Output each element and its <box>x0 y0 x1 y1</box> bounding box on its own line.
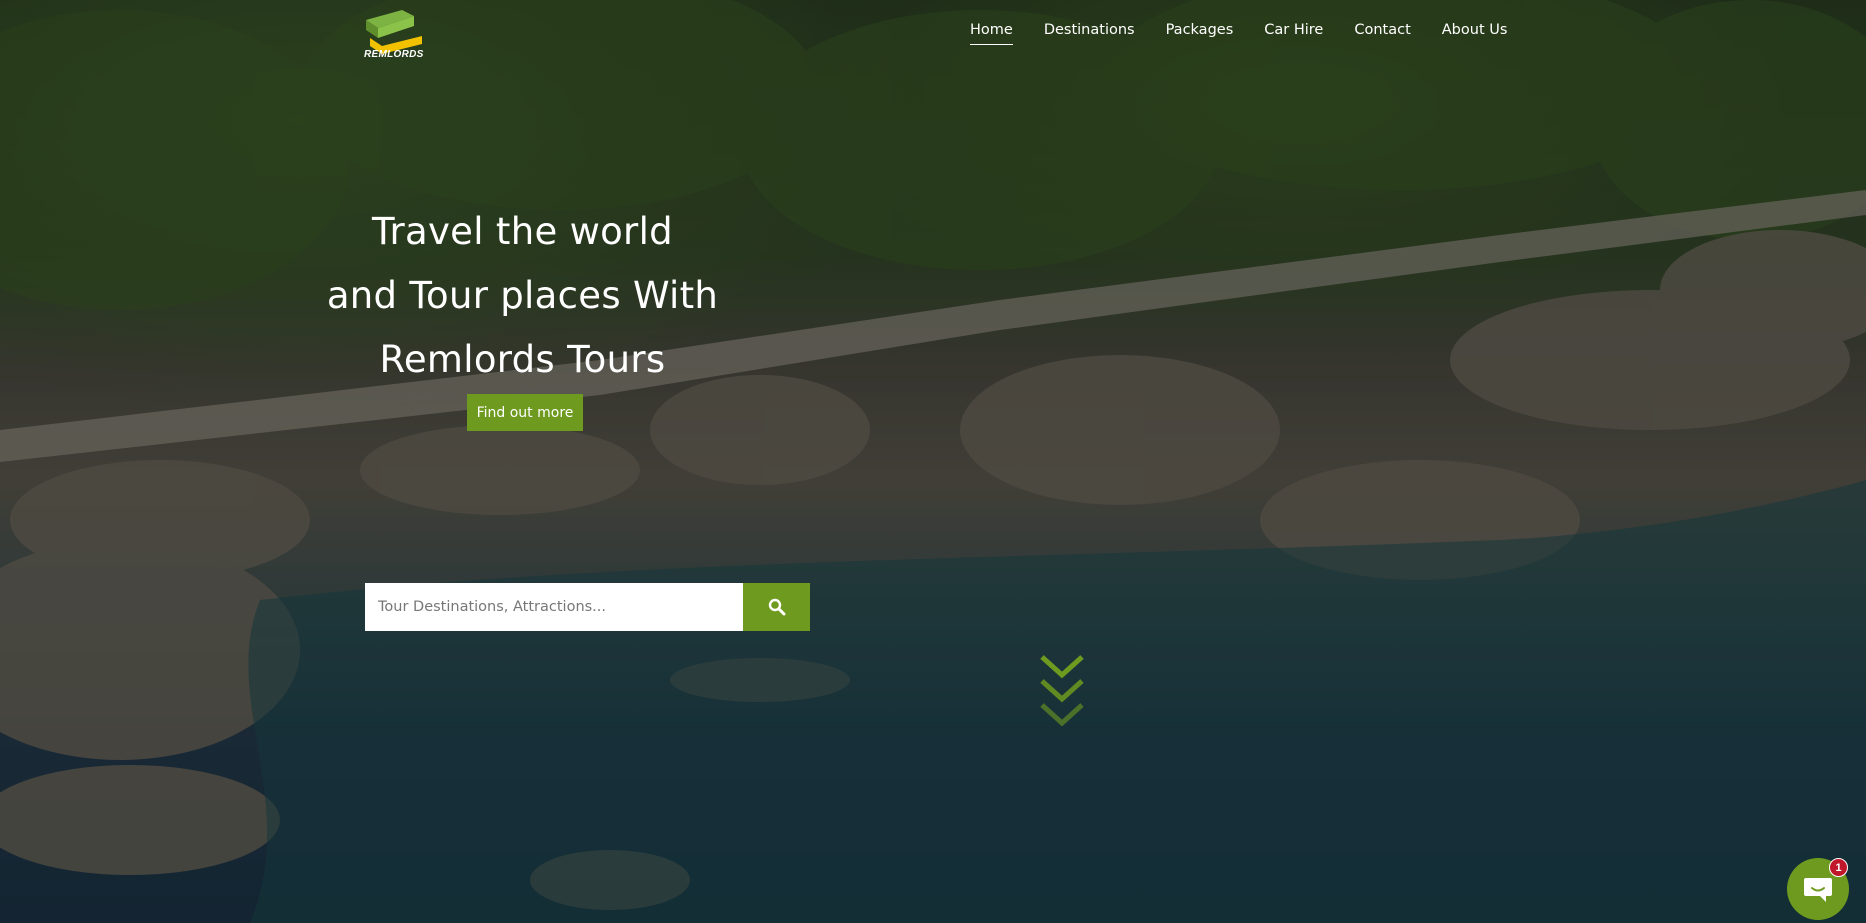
page: REMLORDS Home Destinations Packages Car … <box>0 0 1866 923</box>
nav-item-destinations[interactable]: Destinations <box>1044 22 1135 45</box>
hero-heading-line-2: and Tour places With <box>326 274 719 317</box>
hero-overlay <box>0 0 1866 923</box>
search-button[interactable] <box>743 583 810 631</box>
chevrons-down-icon[interactable] <box>1040 655 1084 729</box>
hero-heading: Travel the world and Tour places With Re… <box>310 200 735 392</box>
nav-item-car-hire[interactable]: Car Hire <box>1264 22 1323 45</box>
hero-heading-line-1: Travel the world <box>372 210 673 253</box>
logo-wordmark[interactable]: REMLORDS <box>364 49 424 60</box>
nav-item-home[interactable]: Home <box>970 22 1013 45</box>
nav-item-contact[interactable]: Contact <box>1354 22 1410 45</box>
chat-bubble-icon <box>1804 878 1832 902</box>
chat-notification-badge: 1 <box>1829 858 1848 877</box>
search-input[interactable] <box>365 583 743 631</box>
main-nav: Home Destinations Packages Car Hire Cont… <box>970 22 1507 45</box>
nav-item-about-us[interactable]: About Us <box>1442 22 1508 45</box>
search-bar <box>365 583 810 631</box>
hero-heading-line-3: Remlords Tours <box>379 338 666 381</box>
find-out-more-button[interactable]: Find out more <box>467 394 583 431</box>
nav-item-packages[interactable]: Packages <box>1166 22 1234 45</box>
search-icon <box>768 598 785 616</box>
